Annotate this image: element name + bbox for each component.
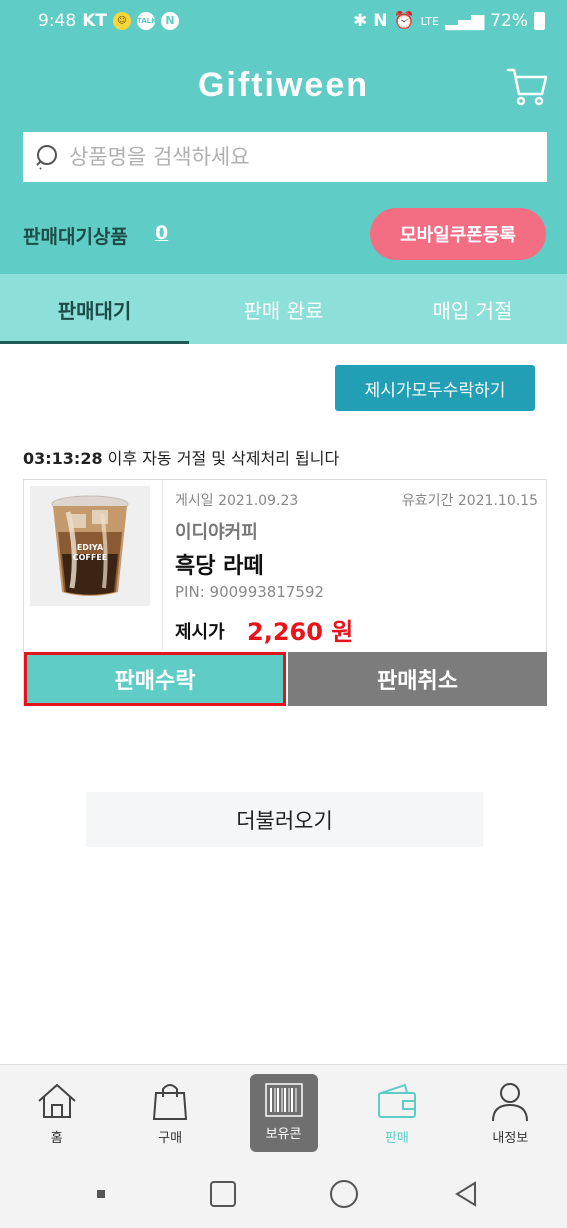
expiry-date: 유효기간 2021.10.15 bbox=[402, 490, 538, 510]
offer-price: 2,260 원 bbox=[247, 618, 354, 646]
nav-my-coupons-label: 보유콘 bbox=[265, 1127, 302, 1142]
cup-logo-line-1: EDIYA bbox=[77, 543, 104, 552]
status-time: 9:48 bbox=[38, 11, 77, 31]
nav-sell-label: 판매 bbox=[384, 1131, 409, 1146]
search-box[interactable] bbox=[23, 132, 547, 182]
shopping-bag-icon bbox=[153, 1084, 188, 1120]
status-left: 9:48 KT ☺ TALK N bbox=[38, 11, 179, 31]
pending-products-label: 판매대기상품 bbox=[23, 226, 128, 248]
battery-percent: 72% bbox=[490, 11, 528, 31]
product-card: EDIYA COFFEE 게시일 2021.09.23 유효기간 2021.10… bbox=[23, 479, 547, 706]
home-icon bbox=[38, 1083, 76, 1118]
home-circle-icon[interactable] bbox=[328, 1178, 360, 1210]
cup-logo-line-2: COFFEE bbox=[73, 553, 108, 562]
nav-buy[interactable]: 구매 bbox=[113, 1065, 226, 1160]
signal-icon: ▂▄▆ bbox=[444, 11, 485, 31]
expiry-label: 유효기간 bbox=[401, 493, 454, 509]
bluetooth-icon: ✱ bbox=[353, 11, 368, 31]
accept-sale-button[interactable]: 판매수락 bbox=[24, 652, 286, 706]
barcode-icon bbox=[264, 1083, 303, 1117]
nav-my-coupons[interactable]: 보유콘 bbox=[227, 1065, 340, 1160]
search-icon bbox=[36, 145, 57, 170]
n-notification-icon: N bbox=[160, 12, 179, 30]
status-bar: 9:48 KT ☺ TALK N ✱ N ⏰ LTE ▂▄▆ 72% bbox=[0, 0, 567, 42]
wallet-icon bbox=[377, 1083, 416, 1118]
cart-icon[interactable] bbox=[506, 66, 548, 108]
product-pin: PIN: 900993817592 bbox=[175, 583, 324, 601]
recent-apps-icon[interactable] bbox=[207, 1178, 239, 1210]
status-right: ✱ N ⏰ LTE ▂▄▆ 72% bbox=[353, 11, 545, 31]
product-info: 게시일 2021.09.23 유효기간 2021.10.15 이디야커피 흑당 … bbox=[162, 480, 546, 650]
expiry-value: 2021.10.15 bbox=[457, 493, 538, 509]
tab-pending-sale[interactable]: 판매대기 bbox=[0, 274, 189, 344]
iced-latte-cup-image: EDIYA COFFEE bbox=[51, 495, 129, 596]
header: Giftiween 판매대기상품 0 모바일쿠폰등록 bbox=[0, 42, 567, 274]
nfc-icon: N bbox=[373, 11, 388, 31]
auto-reject-notice: 03:13:28 이후 자동 거절 및 삭제처리 됩니다 bbox=[23, 445, 339, 469]
battery-icon bbox=[534, 12, 545, 30]
app-screen: 9:48 KT ☺ TALK N ✱ N ⏰ LTE ▂▄▆ 72% Gifti… bbox=[0, 0, 567, 1228]
person-icon bbox=[492, 1083, 529, 1122]
nav-my-info[interactable]: 내정보 bbox=[454, 1065, 567, 1160]
talk-notification-icon: TALK bbox=[136, 12, 157, 30]
status-carrier: KT bbox=[82, 11, 107, 31]
recent-apps-dot-icon[interactable] bbox=[85, 1178, 117, 1210]
register-mobile-coupon-button[interactable]: 모바일쿠폰등록 bbox=[370, 208, 546, 260]
load-more-button[interactable]: 더불러오기 bbox=[86, 792, 483, 847]
system-nav-bar bbox=[0, 1160, 567, 1228]
nav-home[interactable]: 홈 bbox=[0, 1065, 113, 1160]
lte-icon: LTE bbox=[420, 14, 439, 28]
product-brand: 이디야커피 bbox=[175, 522, 258, 543]
nav-buy-label: 구매 bbox=[158, 1131, 183, 1146]
pin-value: 900993817592 bbox=[209, 583, 325, 601]
tab-sale-completed[interactable]: 판매 완료 bbox=[189, 274, 378, 344]
nav-home-label: 홈 bbox=[50, 1131, 63, 1146]
back-icon[interactable] bbox=[450, 1178, 482, 1210]
emoji-notification-icon: ☺ bbox=[112, 12, 131, 30]
nav-sell[interactable]: 판매 bbox=[340, 1065, 453, 1160]
pin-label: PIN: bbox=[175, 583, 205, 601]
posted-value: 2021.09.23 bbox=[218, 493, 299, 509]
app-title: Giftiween bbox=[197, 66, 370, 104]
bottom-nav: 홈 구매 보유콘 판매 내정보 bbox=[0, 1064, 567, 1160]
tab-purchase-rejected[interactable]: 매입 거절 bbox=[378, 274, 567, 344]
notice-text: 이후 자동 거절 및 삭제처리 됩니다 bbox=[102, 449, 340, 468]
nav-my-coupons-highlight: 보유콘 bbox=[249, 1073, 318, 1152]
posted-label: 게시일 bbox=[175, 493, 214, 509]
tab-bar: 판매대기 판매 완료 매입 거절 bbox=[0, 274, 567, 344]
search-input[interactable] bbox=[69, 145, 529, 169]
countdown-time: 03:13:28 bbox=[23, 449, 103, 468]
posted-date: 게시일 2021.09.23 bbox=[175, 490, 298, 510]
pending-products-count[interactable]: 0 bbox=[155, 222, 168, 244]
accept-all-offers-button[interactable]: 제시가모두수락하기 bbox=[335, 365, 535, 411]
cancel-sale-button[interactable]: 판매취소 bbox=[288, 652, 547, 706]
offer-price-label: 제시가 bbox=[175, 622, 225, 643]
alarm-icon: ⏰ bbox=[393, 11, 415, 31]
product-name: 흑당 라떼 bbox=[175, 554, 264, 579]
product-image: EDIYA COFFEE bbox=[30, 486, 150, 606]
nav-my-info-label: 내정보 bbox=[492, 1131, 529, 1146]
